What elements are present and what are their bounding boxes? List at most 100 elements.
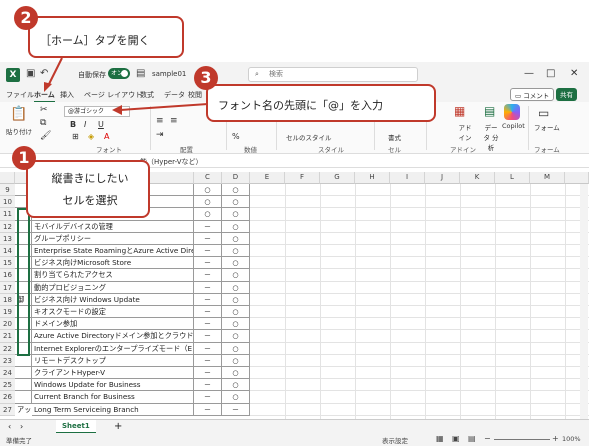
row-header[interactable]: 27 [0, 403, 15, 416]
copilot-button[interactable]: Copilot [502, 122, 525, 130]
zoom-slider[interactable] [494, 439, 550, 440]
cell-d[interactable]: ○ [222, 318, 250, 331]
form-icon[interactable]: ▭ [538, 106, 549, 120]
column-header-g[interactable]: G [320, 172, 355, 184]
close-icon[interactable]: ✕ [570, 68, 578, 79]
cell-b[interactable]: Long Term Serviceing Branch [32, 403, 194, 416]
cell-d[interactable]: ○ [222, 269, 250, 282]
cell-c[interactable]: ○ [194, 196, 222, 209]
row-header[interactable]: 9 [0, 184, 15, 197]
cell-b[interactable]: クライアントHyper-V [32, 367, 194, 380]
normal-view-icon[interactable]: ▦ [436, 434, 444, 443]
cell-d[interactable]: ○ [222, 245, 250, 258]
column-header-e[interactable]: E [250, 172, 285, 184]
cell-b[interactable]: Windows Update for Business [32, 379, 194, 392]
cell-c[interactable]: － [194, 306, 222, 319]
cell-b[interactable]: グループポリシー [32, 232, 194, 245]
column-header-k[interactable]: K [460, 172, 495, 184]
row-header[interactable]: 16 [0, 269, 15, 282]
column-header-d[interactable]: D [222, 172, 250, 184]
next-sheet-icon[interactable]: › [20, 422, 23, 431]
indent-icon[interactable]: ⇥ [156, 130, 164, 140]
cell-b[interactable]: 動的プロビジョニング [32, 281, 194, 294]
select-all-corner[interactable] [0, 172, 15, 184]
cell-c[interactable]: － [194, 342, 222, 355]
cell-c[interactable]: － [194, 220, 222, 233]
tab-review[interactable]: 校閲 [188, 90, 202, 100]
tab-formulas[interactable]: 数式 [140, 90, 154, 100]
row-header[interactable]: 19 [0, 306, 15, 319]
cell-d[interactable]: ○ [222, 330, 250, 343]
row-header[interactable]: 23 [0, 354, 15, 367]
cell-c[interactable]: － [194, 330, 222, 343]
cell-c[interactable]: － [194, 379, 222, 392]
row-header[interactable]: 25 [0, 379, 15, 392]
form-button[interactable]: フォーム [534, 122, 560, 132]
cell-a[interactable] [15, 367, 32, 380]
column-header-j[interactable]: J [425, 172, 460, 184]
data-analysis-button[interactable]: データ 分析 [482, 122, 500, 152]
cell-d[interactable]: ○ [222, 293, 250, 306]
cell-d[interactable]: ○ [222, 391, 250, 404]
copilot-icon[interactable] [504, 104, 520, 120]
cell-d[interactable]: ○ [222, 184, 250, 197]
column-header-l[interactable]: L [495, 172, 530, 184]
autosave-toggle[interactable]: オン [108, 68, 130, 79]
zoom-in-icon[interactable]: + [552, 434, 559, 443]
cell-b[interactable]: Internet Explorerのエンタープライズモード（E [32, 342, 194, 355]
vertical-scrollbar[interactable] [580, 184, 588, 419]
row-header[interactable]: 21 [0, 330, 15, 343]
tab-insert[interactable]: 挿入 [60, 90, 74, 100]
cell-a[interactable] [15, 391, 32, 404]
cell-d[interactable]: ○ [222, 257, 250, 270]
add-sheet-button[interactable]: + [114, 421, 122, 432]
share-button[interactable]: 共有 [556, 88, 577, 101]
cell-b[interactable]: Current Branch for Business [32, 391, 194, 404]
cell-c[interactable]: － [194, 257, 222, 270]
page-layout-icon[interactable]: ▣ [452, 434, 460, 443]
cell-c[interactable]: ○ [194, 184, 222, 197]
cell-d[interactable]: ○ [222, 208, 250, 221]
addin-button[interactable]: アド イン [456, 122, 474, 142]
cell-c[interactable]: － [194, 391, 222, 404]
row-header[interactable]: 24 [0, 367, 15, 380]
cell-c[interactable]: － [194, 232, 222, 245]
bold-button[interactable]: B [70, 120, 76, 129]
cell-c[interactable]: － [194, 281, 222, 294]
align-left-icon[interactable]: ≡ [156, 116, 164, 126]
cell-c[interactable]: － [194, 403, 222, 416]
copy-icon[interactable]: ⧉ [40, 118, 46, 128]
column-header-i[interactable]: I [390, 172, 425, 184]
cell-d[interactable]: ○ [222, 281, 250, 294]
comment-button[interactable]: ▭ コメント [510, 88, 555, 101]
cell-b[interactable]: ビジネス向け Windows Update [32, 293, 194, 306]
font-name-input[interactable]: @游ゴシック [64, 106, 130, 117]
cell-b[interactable]: 割り当てられたアクセス [32, 269, 194, 282]
format-painter-icon[interactable]: 🖌 [40, 131, 51, 141]
paste-label[interactable]: 貼り付け [6, 126, 32, 136]
cell-b[interactable]: キオスクモードの設定 [32, 306, 194, 319]
row-header[interactable]: 11 [0, 208, 15, 221]
maximize-icon[interactable]: □ [546, 68, 555, 79]
font-color-icon[interactable]: A [104, 132, 109, 141]
cell-style-button[interactable]: セルのスタイル [286, 132, 332, 142]
cell-c[interactable]: － [194, 354, 222, 367]
row-header[interactable]: 22 [0, 342, 15, 355]
cell-d[interactable]: ○ [222, 232, 250, 245]
minimize-icon[interactable]: — [524, 68, 534, 79]
cell-b[interactable]: ビジネス向けMicrosoft Store [32, 257, 194, 270]
row-header[interactable]: 12 [0, 220, 15, 233]
undo-icon[interactable]: ↶ [40, 68, 48, 79]
row-header[interactable]: 10 [0, 196, 15, 209]
align-center-icon[interactable]: ≡ [170, 116, 178, 126]
cut-icon[interactable]: ✂ [40, 105, 48, 115]
cell-d[interactable]: ○ [222, 342, 250, 355]
fill-color-icon[interactable]: ◈ [88, 132, 94, 141]
page-break-icon[interactable]: ▤ [468, 434, 476, 443]
cell-b[interactable]: モバイルデバイスの管理 [32, 220, 194, 233]
row-header[interactable]: 13 [0, 232, 15, 245]
file-name[interactable]: sample01 [152, 70, 186, 78]
save-disk-icon[interactable]: ▤ [136, 68, 145, 79]
prev-sheet-icon[interactable]: ‹ [8, 422, 11, 431]
borders-icon[interactable]: ⊞ [72, 132, 79, 141]
